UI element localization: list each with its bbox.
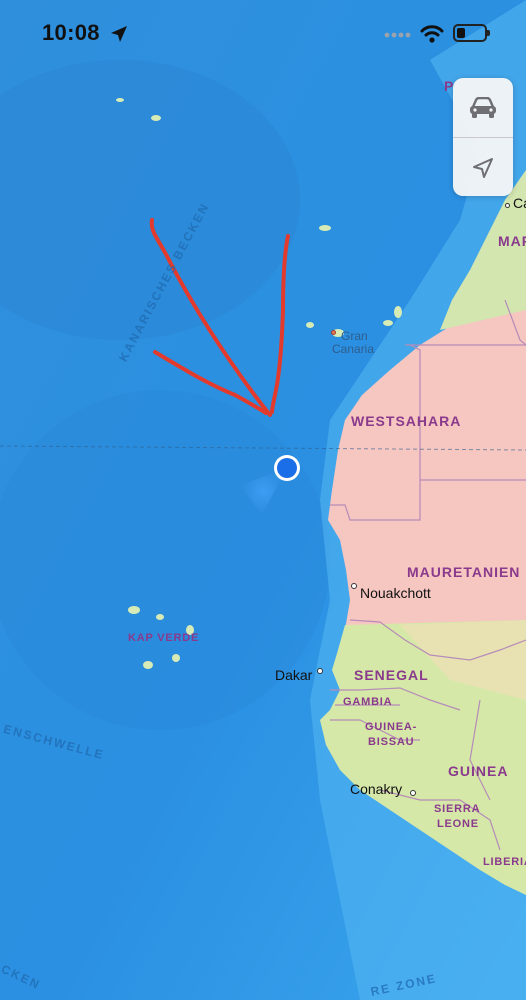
country-label-kap-verde: KAP VERDE: [128, 632, 200, 644]
map-controls: [453, 78, 513, 196]
status-time: 10:08: [42, 20, 100, 45]
city-label-conakry: Conakry: [350, 781, 403, 797]
country-label-senegal: SENEGAL: [354, 667, 429, 683]
city-marker-nouakchott: [351, 583, 357, 589]
signal-dots-icon: [384, 32, 411, 38]
battery-icon: [453, 24, 490, 42]
country-label-guinea-bissau-2: BISSAU: [368, 736, 415, 748]
wifi-icon: [420, 25, 444, 43]
country-label-mauretanien: MAURETANIEN: [407, 564, 521, 580]
country-label-mar-edge: MAR: [498, 233, 526, 249]
status-bar: 10:08: [0, 0, 526, 70]
current-location-button[interactable]: [453, 138, 513, 197]
city-label-ca-edge: Ca: [513, 195, 526, 211]
city-label-dakar: Dakar: [275, 667, 313, 683]
location-arrow-icon: [111, 26, 127, 42]
car-icon: [470, 96, 496, 118]
country-label-liberia: LIBERIA: [483, 856, 526, 868]
country-label-sierra-leone-1: SIERRA: [434, 803, 481, 815]
city-label-nouakchott: Nouakchott: [360, 585, 431, 601]
country-label-sierra-leone-2: LEONE: [437, 818, 479, 830]
city-marker-gran-canaria: [331, 330, 336, 335]
country-label-westsahara: WESTSAHARA: [351, 413, 462, 429]
city-marker-conakry: [410, 790, 416, 796]
country-label-guinea-bissau-1: GUINEA-: [365, 721, 418, 733]
driving-mode-button[interactable]: [453, 78, 513, 137]
country-label-guinea: GUINEA: [448, 763, 509, 779]
city-marker-ca: [505, 203, 510, 208]
country-label-gambia: GAMBIA: [343, 696, 393, 708]
location-arrow-icon: [473, 157, 493, 178]
city-marker-dakar: [317, 668, 323, 674]
island-label-canaria: Canaria: [332, 342, 375, 356]
map-view[interactable]: [0, 0, 526, 1000]
